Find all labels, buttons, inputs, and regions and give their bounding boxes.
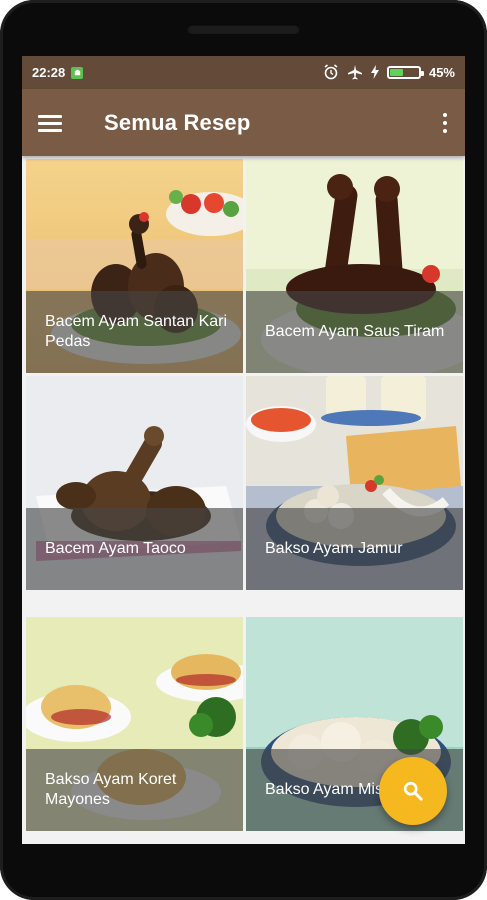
recipe-grid: Bacem Ayam Santan Kari Pedas Bacem Ayam …: [22, 156, 465, 844]
charging-bolt-icon: [370, 64, 379, 81]
recipe-title: Bakso Ayam Koret Mayones: [26, 749, 243, 831]
search-icon: [403, 781, 423, 801]
phone-frame: 22:28 45% Semua Resep Bacem Ayam Santan …: [0, 0, 487, 900]
recipe-card[interactable]: Bakso Ayam Koret Mayones: [26, 617, 243, 831]
recipe-title: Bacem Ayam Santan Kari Pedas: [26, 291, 243, 373]
status-icons: 45%: [323, 63, 455, 82]
status-time: 22:28: [32, 65, 66, 80]
recipe-title: Bacem Ayam Saus Tiram: [246, 291, 463, 373]
hamburger-menu-icon[interactable]: [38, 113, 64, 133]
recipe-card[interactable]: Bakso Ayam Jamur: [246, 376, 463, 590]
android-notification-icon: [71, 66, 84, 79]
battery-indicator: [386, 66, 424, 79]
recipe-card[interactable]: Bacem Ayam Saus Tiram: [246, 159, 463, 373]
app-bar: Semua Resep: [22, 89, 465, 156]
recipe-card[interactable]: Bacem Ayam Taoco: [26, 376, 243, 590]
status-bar: 22:28 45%: [22, 56, 465, 89]
earpiece-speaker: [187, 24, 300, 34]
airplane-mode-icon: [347, 64, 363, 82]
more-vert-icon[interactable]: [441, 112, 449, 133]
screen: 22:28 45% Semua Resep Bacem Ayam Santan …: [22, 56, 465, 844]
recipe-title: Bakso Ayam Jamur: [246, 508, 463, 590]
battery-percent: 45%: [428, 65, 455, 80]
recipe-title: Bacem Ayam Taoco: [26, 508, 243, 590]
alarm-clock-icon: [323, 63, 339, 82]
battery-fill: [389, 69, 403, 76]
page-title: Semua Resep: [104, 109, 251, 135]
recipe-card[interactable]: Bacem Ayam Santan Kari Pedas: [26, 159, 243, 373]
search-fab-button[interactable]: [379, 757, 447, 825]
